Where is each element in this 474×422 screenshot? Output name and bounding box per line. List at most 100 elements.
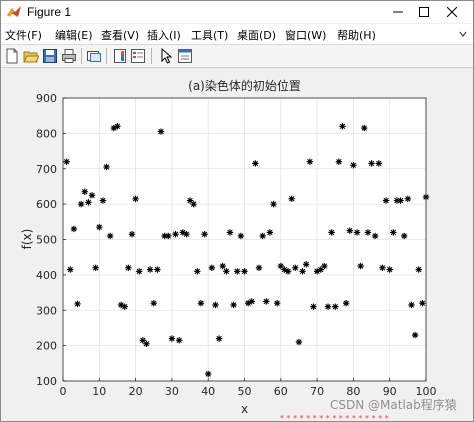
close-button[interactable] — [433, 1, 471, 23]
open-file-icon[interactable] — [23, 48, 39, 64]
data-point — [342, 299, 350, 307]
data-point — [96, 223, 103, 231]
data-point — [364, 229, 372, 236]
menu-tools[interactable]: 工具(T) — [191, 27, 228, 43]
chevron-icon[interactable] — [459, 30, 467, 38]
data-point — [237, 232, 245, 240]
data-point — [419, 299, 426, 307]
data-point — [270, 200, 277, 208]
insert-legend-icon[interactable] — [130, 48, 146, 64]
data-point — [226, 229, 234, 236]
data-point — [183, 230, 190, 238]
svg-text:* * * * * * * * * * * * *: * * * * * * * * * * * * * * * * * — [280, 414, 389, 422]
scatter-chart: 0 10 20 30 40 50 60 70 80 90 100100200300400500600… — [20, 78, 437, 416]
menu-bar: 文件(F) 编辑(E) 查看(V) 插入(I) 工具(T) 桌面(D) 窗口(W… — [1, 24, 473, 45]
edit-plot-arrow-icon[interactable] — [158, 48, 174, 64]
x-tick-label: 10 — [92, 385, 106, 398]
data-point — [194, 268, 201, 275]
menu-desktop[interactable]: 桌面(D) — [237, 27, 276, 43]
data-point — [303, 261, 310, 268]
data-point — [310, 303, 317, 310]
data-point — [361, 124, 368, 132]
property-inspector-icon[interactable] — [177, 48, 193, 64]
data-point — [284, 268, 292, 275]
y-tick-label: 200 — [36, 340, 57, 353]
data-point — [288, 195, 295, 203]
data-point — [401, 232, 408, 240]
data-point — [215, 335, 223, 342]
data-point — [88, 192, 96, 199]
title-bar: Figure 1 — [1, 1, 473, 23]
tool-bar — [1, 45, 473, 68]
data-point — [292, 264, 299, 271]
data-point — [154, 266, 161, 273]
data-point — [63, 158, 70, 165]
data-point — [408, 301, 415, 309]
new-figure-icon[interactable] — [4, 48, 20, 64]
x-tick-label: 0 — [60, 385, 67, 398]
close-icon — [447, 7, 457, 17]
toolbar-separator — [151, 48, 152, 64]
menu-file[interactable]: 文件(F) — [5, 27, 42, 43]
data-point — [168, 335, 176, 342]
x-tick-label: 70 — [310, 385, 324, 398]
data-point — [266, 229, 274, 236]
data-point — [190, 200, 197, 208]
menu-edit[interactable]: 编辑(E) — [55, 27, 93, 43]
data-point — [339, 123, 346, 130]
save-icon[interactable] — [42, 48, 58, 64]
data-point — [157, 128, 165, 135]
data-point — [74, 300, 81, 308]
data-point — [371, 232, 379, 240]
data-point — [150, 299, 157, 307]
data-point — [77, 200, 85, 208]
csdn-watermark: CSDN @Matlab程序猿 — [330, 398, 457, 412]
data-point — [136, 268, 143, 275]
insert-colorbar-icon[interactable] — [112, 48, 128, 64]
menu-view[interactable]: 查看(V) — [101, 27, 139, 43]
data-point — [295, 338, 303, 346]
data-point — [219, 262, 226, 270]
print-icon[interactable] — [61, 48, 77, 64]
menu-insert[interactable]: 插入(I) — [147, 27, 181, 43]
y-tick-label: 900 — [36, 92, 57, 105]
y-tick-label: 400 — [36, 269, 57, 282]
data-point — [67, 266, 74, 273]
x-tick-label: 50 — [238, 385, 252, 398]
data-point — [106, 232, 114, 240]
data-point — [114, 123, 121, 130]
data-point — [397, 197, 404, 204]
data-point — [404, 195, 412, 203]
data-point — [99, 197, 107, 204]
toolbar-separator — [81, 48, 82, 64]
data-point — [205, 370, 212, 378]
data-point — [390, 229, 397, 236]
data-point — [241, 268, 248, 275]
data-point — [121, 303, 128, 310]
data-point — [172, 230, 179, 238]
menu-window[interactable]: 窗口(W) — [285, 27, 326, 43]
data-point — [212, 301, 219, 309]
y-tick-label: 700 — [36, 163, 57, 176]
data-point — [128, 230, 136, 238]
matlab-logo-icon — [7, 6, 21, 17]
data-point — [201, 230, 208, 238]
data-point — [263, 298, 270, 305]
background-strip: * * * * * * * * * * * * * * * * * — [280, 414, 389, 422]
x-tick-label: 60 — [274, 385, 288, 398]
figure-window: Figure 1 文件(F) 编辑(E) 查看(V) 插入(I) 工具(T) 桌… — [0, 0, 474, 422]
data-point — [208, 264, 216, 271]
data-point — [357, 262, 364, 270]
x-tick-label: 30 — [165, 385, 179, 398]
data-point — [85, 199, 92, 206]
data-point — [415, 266, 422, 273]
data-point — [382, 197, 390, 204]
data-point — [234, 268, 241, 275]
menu-help[interactable]: 帮助(H) — [337, 27, 376, 43]
data-point — [321, 262, 328, 270]
data-point — [379, 264, 386, 271]
data-point — [132, 195, 139, 203]
y-axis-label: f(x) — [20, 229, 34, 250]
data-point — [306, 158, 314, 165]
link-plot-icon[interactable] — [86, 48, 102, 64]
